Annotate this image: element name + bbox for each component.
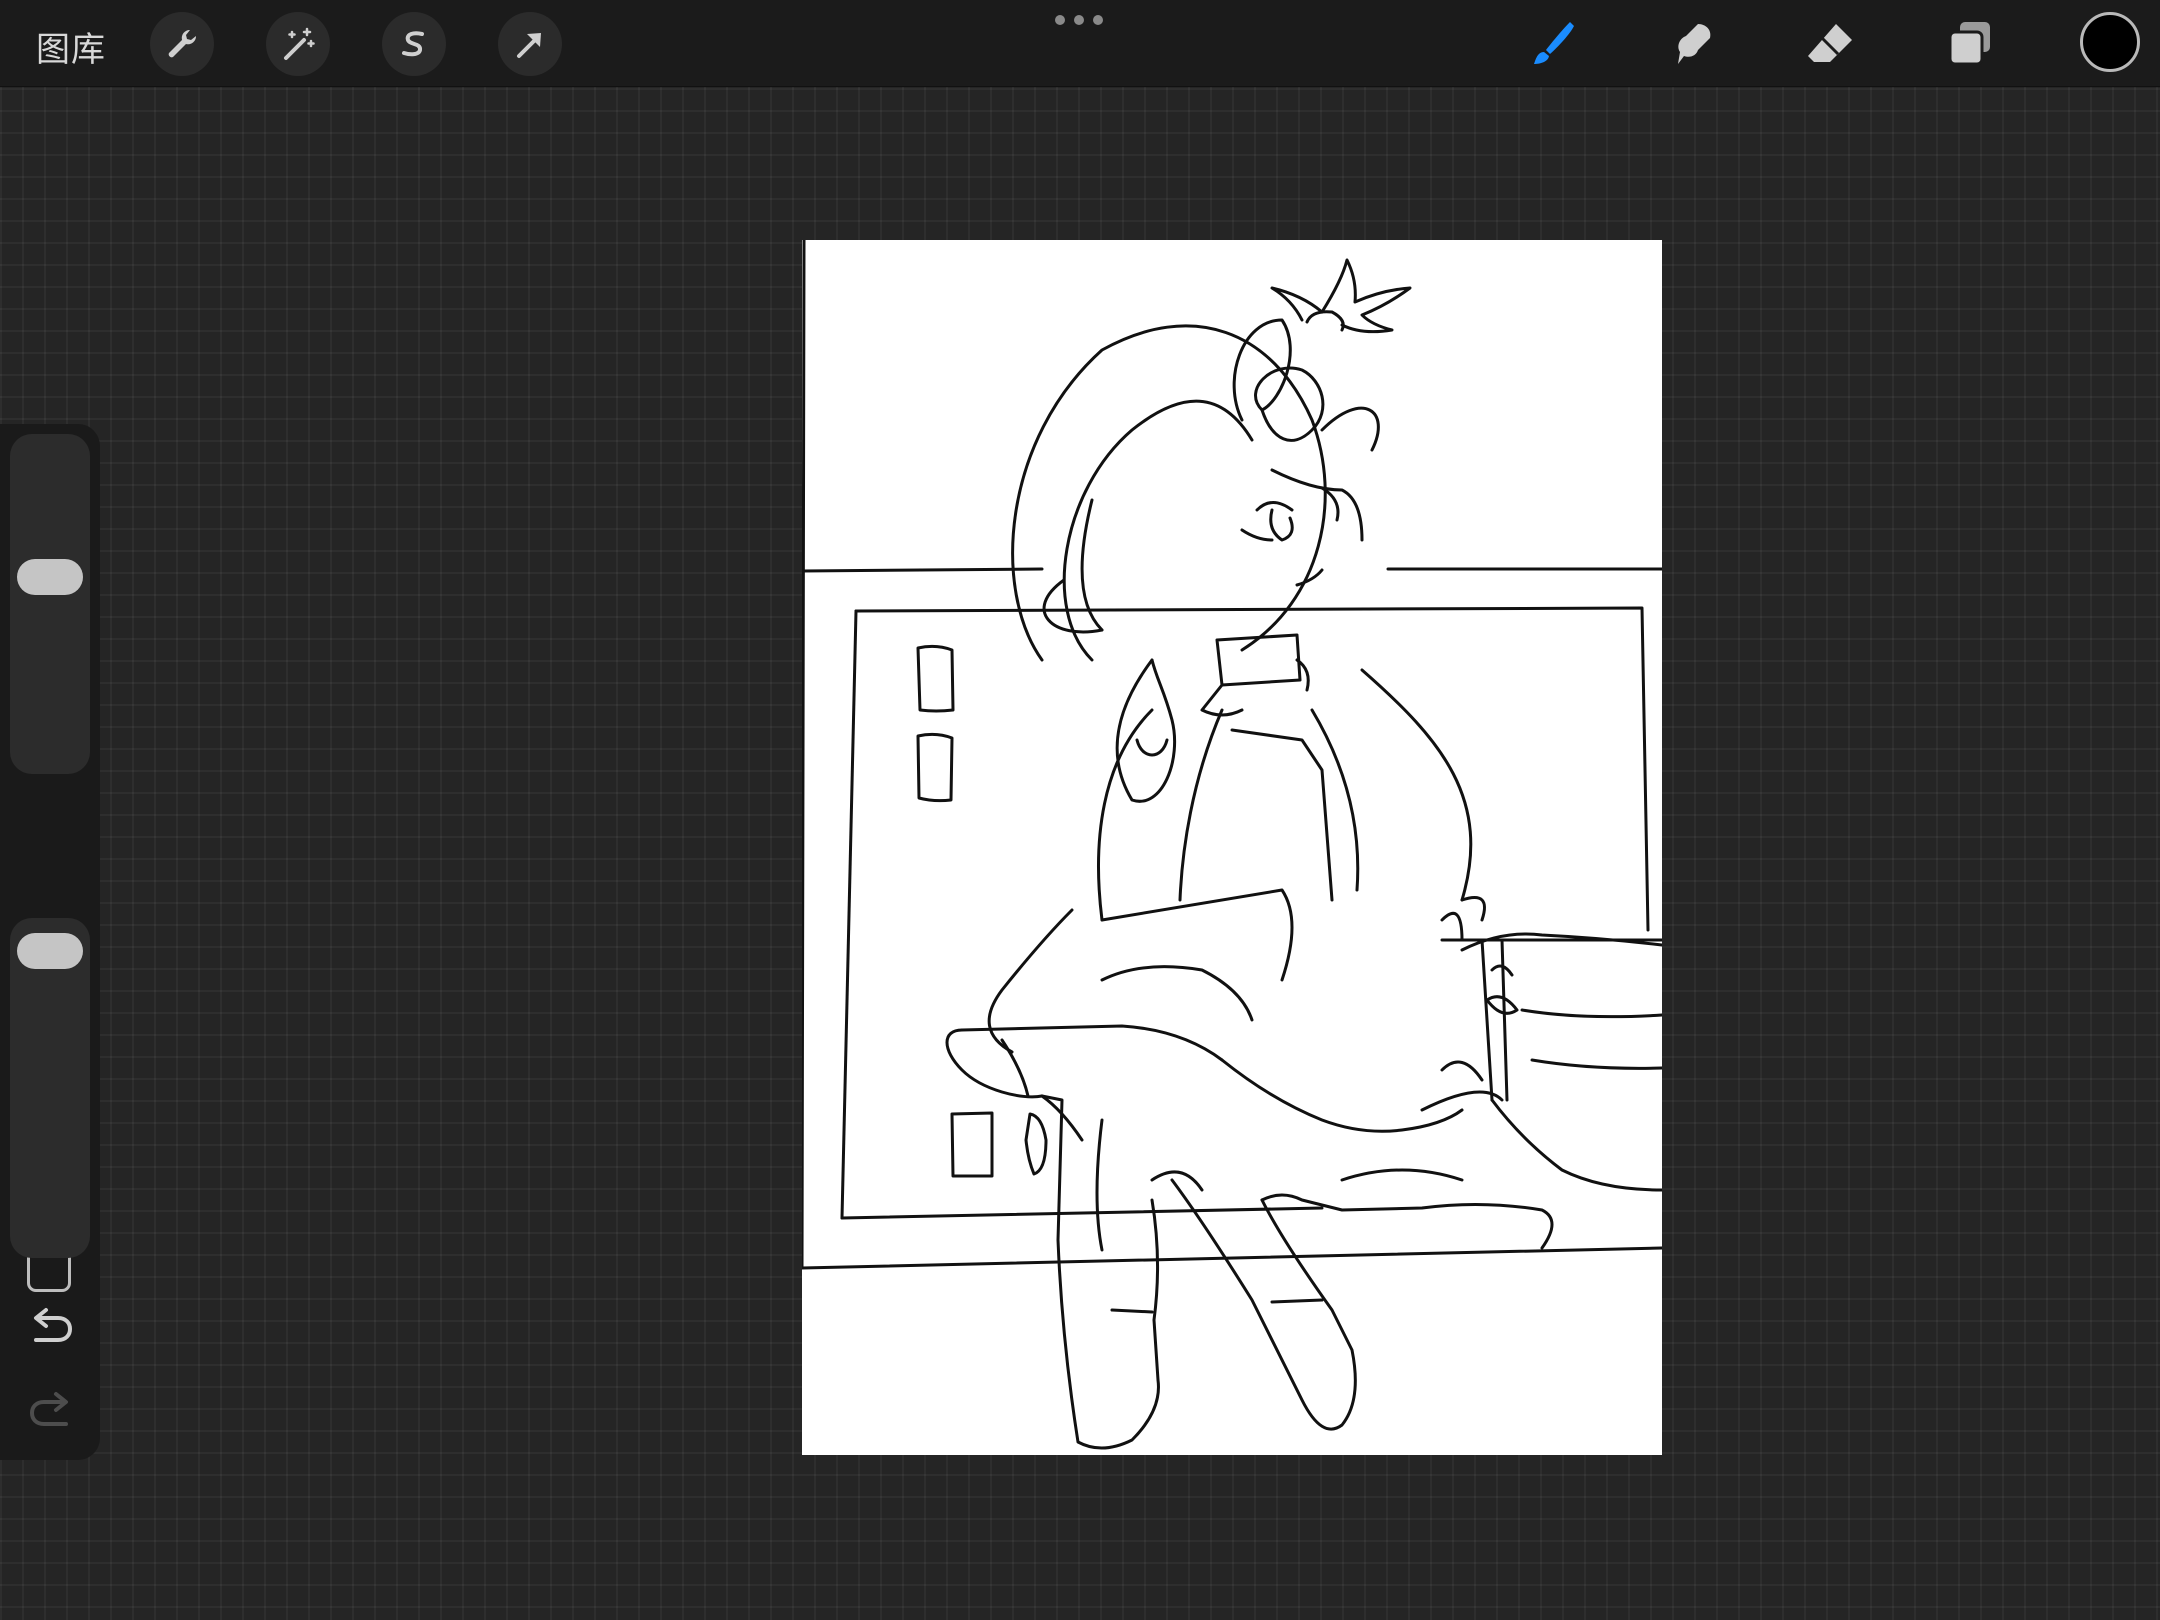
selection-s-icon bbox=[402, 31, 424, 57]
redo-icon bbox=[29, 1392, 68, 1426]
redo-button[interactable] bbox=[26, 1388, 76, 1432]
drawing-canvas[interactable] bbox=[802, 240, 1662, 1455]
magic-wand-icon bbox=[284, 27, 315, 60]
actions-button[interactable] bbox=[150, 12, 214, 76]
undo-button[interactable] bbox=[26, 1304, 76, 1348]
line-art-drawing bbox=[802, 240, 1662, 1450]
smudge-icon bbox=[1678, 24, 1711, 64]
transform-arrow-icon bbox=[517, 33, 541, 58]
brush-size-thumb[interactable] bbox=[17, 559, 83, 595]
layers-button[interactable] bbox=[1938, 12, 2002, 76]
layers-icon bbox=[1948, 22, 1990, 66]
color-picker-button[interactable] bbox=[2080, 12, 2140, 72]
transform-button[interactable] bbox=[498, 12, 562, 76]
left-sidebar bbox=[0, 424, 100, 1460]
top-toolbar: 图库 bbox=[0, 0, 2160, 87]
opacity-slider[interactable] bbox=[10, 918, 90, 1258]
brush-size-slider[interactable] bbox=[10, 434, 90, 774]
wrench-icon bbox=[168, 29, 197, 58]
brush-tool-button[interactable] bbox=[1520, 12, 1584, 76]
eraser-icon bbox=[1808, 24, 1852, 62]
opacity-thumb[interactable] bbox=[17, 933, 83, 969]
gallery-button[interactable]: 图库 bbox=[36, 22, 106, 71]
dot-icon bbox=[1055, 15, 1065, 25]
dot-icon bbox=[1093, 15, 1103, 25]
adjustments-button[interactable] bbox=[266, 12, 330, 76]
undo-icon bbox=[34, 1308, 73, 1342]
dot-icon bbox=[1074, 15, 1084, 25]
eraser-tool-button[interactable] bbox=[1798, 12, 1862, 76]
smudge-tool-button[interactable] bbox=[1658, 12, 1722, 76]
brush-icon bbox=[1534, 22, 1574, 64]
more-options-button[interactable] bbox=[1055, 12, 1103, 28]
selection-button[interactable] bbox=[382, 12, 446, 76]
